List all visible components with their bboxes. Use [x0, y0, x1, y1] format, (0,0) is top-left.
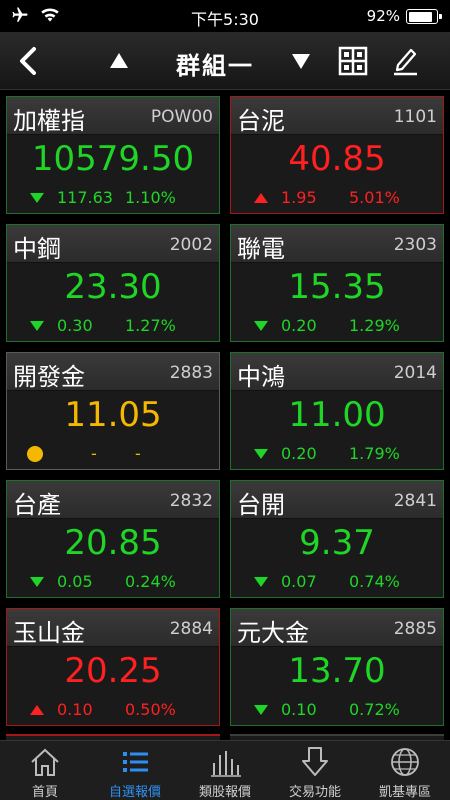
quote-card[interactable]: 台產 2832 20.85 0.05 0.24% [6, 480, 220, 598]
tab-trading[interactable]: 交易功能 [270, 741, 360, 800]
percent-change: 1.79% [349, 444, 400, 463]
stock-name: 加權指 [13, 107, 85, 135]
up-triangle-icon [30, 705, 44, 715]
quote-grid: 加權指 POW00 10579.50 117.63 1.10% 台泥 1101 … [6, 96, 444, 726]
stock-name: 聯電 [237, 235, 285, 263]
stock-price: 15.35 [288, 267, 386, 307]
stock-code: POW00 [150, 107, 213, 127]
up-triangle-icon [254, 193, 268, 203]
tab-watchlist[interactable]: 自選報價 [90, 741, 180, 800]
percent-change: 0.24% [125, 572, 176, 591]
home-icon [31, 748, 59, 776]
battery-icon [406, 9, 442, 24]
stock-code: 2885 [393, 619, 437, 639]
tab-label: 首頁 [31, 785, 58, 800]
price-change: - [91, 444, 97, 463]
stock-code: 2832 [169, 491, 213, 511]
stock-price: 11.05 [64, 395, 162, 435]
down-triangle-icon [254, 577, 268, 587]
list-icon [123, 752, 148, 772]
down-triangle-icon [254, 705, 268, 715]
bottom-tab-bar: 首頁 自選報價 類股報價 交易功能 凱基專區 [0, 740, 450, 800]
down-triangle-icon [30, 577, 44, 587]
quote-card[interactable]: 聯電 2303 15.35 0.20 1.29% [230, 224, 444, 342]
stock-price: 20.25 [64, 651, 162, 691]
down-triangle-icon [254, 321, 268, 331]
stock-name: 台開 [237, 491, 285, 519]
stock-name: 中鴻 [237, 363, 285, 391]
group-title[interactable]: 群組一 [150, 46, 280, 81]
price-change: 0.10 [57, 700, 93, 719]
stock-price: 11.00 [288, 395, 386, 435]
nav-header: 群組一 [0, 32, 450, 90]
percent-change: 5.01% [349, 188, 400, 207]
percent-change: 0.74% [349, 572, 400, 591]
percent-change: - [135, 444, 141, 463]
tab-label: 類股報價 [198, 785, 251, 800]
price-change: 0.20 [281, 316, 317, 335]
stock-name: 玉山金 [13, 619, 85, 647]
tab-sector-quotes[interactable]: 類股報價 [180, 741, 270, 800]
stock-price: 20.85 [64, 523, 162, 563]
price-change: 117.63 [57, 188, 113, 207]
stock-name: 中鋼 [13, 235, 61, 263]
stock-price: 9.37 [299, 523, 375, 563]
price-change: 0.30 [57, 316, 93, 335]
battery-level [408, 11, 433, 22]
tab-label: 自選報價 [108, 785, 161, 800]
price-change: 0.20 [281, 444, 317, 463]
quote-card[interactable]: 台開 2841 9.37 0.07 0.74% [230, 480, 444, 598]
quote-card[interactable]: 台泥 1101 40.85 1.95 5.01% [230, 96, 444, 214]
grid-view-icon[interactable] [338, 46, 368, 76]
stock-name: 台泥 [237, 107, 285, 135]
globe-icon [391, 748, 419, 776]
stock-code: 2883 [169, 363, 213, 383]
down-triangle-icon [30, 193, 44, 203]
down-triangle-icon [30, 321, 44, 331]
price-change: 0.05 [57, 572, 93, 591]
stock-name: 開發金 [13, 363, 85, 391]
quote-card[interactable]: 玉山金 2884 20.25 0.10 0.50% [6, 608, 220, 726]
tab-kgi-zone[interactable]: 凱基專區 [360, 741, 450, 800]
quote-card[interactable]: 中鋼 2002 23.30 0.30 1.27% [6, 224, 220, 342]
percent-change: 1.27% [125, 316, 176, 335]
price-change: 0.07 [281, 572, 317, 591]
percent-change: 0.72% [349, 700, 400, 719]
back-chevron-icon[interactable] [14, 44, 44, 78]
tab-label: 交易功能 [288, 785, 341, 800]
stock-name: 元大金 [237, 619, 309, 647]
stock-code: 2841 [393, 491, 437, 511]
tab-label: 凱基專區 [378, 785, 431, 800]
battery-percent: 92% [366, 7, 400, 25]
next-group-triangle-icon[interactable] [290, 50, 312, 72]
tab-home[interactable]: 首頁 [0, 741, 90, 800]
stock-price: 40.85 [288, 139, 386, 179]
download-arrow-icon [302, 747, 328, 776]
percent-change: 1.29% [349, 316, 400, 335]
previous-group-triangle-icon[interactable] [108, 50, 130, 72]
quote-card[interactable]: 加權指 POW00 10579.50 117.63 1.10% [6, 96, 220, 214]
flat-dot-icon [27, 446, 43, 462]
quote-card[interactable]: 元大金 2885 13.70 0.10 0.72% [230, 608, 444, 726]
stock-name: 台產 [13, 491, 61, 519]
stock-code: 1101 [393, 107, 437, 127]
percent-change: 0.50% [125, 700, 176, 719]
stock-price: 10579.50 [31, 139, 195, 179]
quote-card[interactable]: 中鴻 2014 11.00 0.20 1.79% [230, 352, 444, 470]
stock-price: 13.70 [288, 651, 386, 691]
edit-pencil-icon[interactable] [390, 44, 420, 76]
price-change: 1.95 [281, 188, 317, 207]
bar-chart-icon [211, 751, 241, 777]
stock-code: 2303 [393, 235, 437, 255]
percent-change: 1.10% [125, 188, 176, 207]
stock-price: 23.30 [64, 267, 162, 307]
stock-code: 2014 [393, 363, 437, 383]
price-change: 0.10 [281, 700, 317, 719]
quote-card[interactable]: 開發金 2883 11.05 - - [6, 352, 220, 470]
stock-code: 2002 [169, 235, 213, 255]
stock-code: 2884 [169, 619, 213, 639]
status-bar: 下午5:30 92% [0, 0, 450, 32]
down-triangle-icon [254, 449, 268, 459]
